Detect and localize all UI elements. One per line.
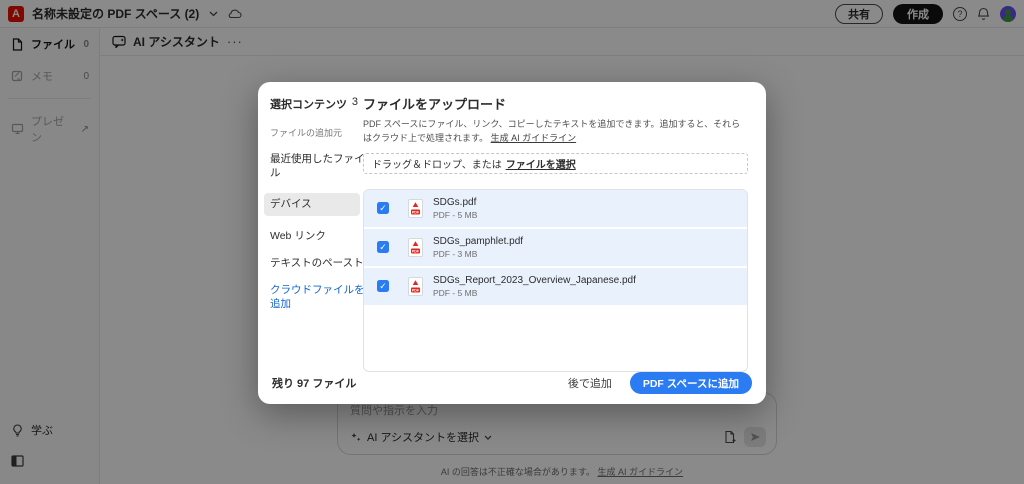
file-name: SDGs.pdf [433, 197, 477, 209]
remaining-files-label: 残り 97 ファイル [272, 378, 357, 390]
modal-title: ファイルをアップロード [363, 97, 507, 112]
file-row[interactable]: ✓ PDF SDGs.pdf PDF - 5 MB [364, 189, 747, 227]
file-name: SDGs_Report_2023_Overview_Japanese.pdf [433, 275, 636, 287]
file-meta: PDF - 5 MB [433, 210, 478, 221]
file-meta: PDF - 3 MB [433, 249, 478, 260]
pdf-file-icon: PDF [408, 276, 423, 296]
add-to-pdf-space-button[interactable]: PDF スペースに追加 [629, 372, 752, 394]
file-checkbox[interactable]: ✓ [377, 280, 389, 293]
svg-text:PDF: PDF [412, 210, 420, 214]
upload-files-modal: 選択コンテンツ 3 ファイルの追加元 最近使用したファイル デバイス Web リ… [258, 82, 766, 404]
file-meta: PDF - 5 MB [433, 288, 478, 299]
nav-paste-text[interactable]: テキストのペースト [270, 256, 366, 270]
svg-text:PDF: PDF [412, 288, 420, 292]
modal-description: PDF スペースにファイル、リンク、コピーしたテキストを追加できます。追加すると… [363, 118, 748, 146]
nav-add-cloud-files[interactable]: クラウドファイルを追加 [270, 283, 366, 311]
genai-guidelines-link[interactable]: 生成 AI ガイドライン [491, 133, 577, 143]
nav-device[interactable]: デバイス [264, 193, 360, 216]
pdf-file-icon: PDF [408, 237, 423, 257]
dropzone-text: ドラッグ＆ドロップ、または [372, 159, 502, 171]
file-checkbox[interactable]: ✓ [377, 202, 389, 215]
modal-footer: 残り 97 ファイル 後で追加 PDF スペースに追加 [258, 362, 766, 404]
file-name: SDGs_pamphlet.pdf [433, 236, 524, 248]
select-files-link[interactable]: ファイルを選択 [506, 156, 576, 171]
file-row[interactable]: ✓ PDF SDGs_Report_2023_Overview_Japanese… [364, 267, 747, 305]
selected-content-label: 選択コンテンツ [270, 99, 347, 111]
file-row[interactable]: ✓ PDF SDGs_pamphlet.pdf PDF - 3 MB [364, 228, 747, 266]
svg-text:PDF: PDF [412, 249, 420, 253]
dropzone[interactable]: ドラッグ＆ドロップ、または ファイルを選択 [363, 152, 748, 174]
nav-web-link[interactable]: Web リンク [270, 229, 366, 243]
selected-content-count: 3 [351, 96, 358, 108]
file-list: ✓ PDF SDGs.pdf PDF - 5 MB ✓ PDF SDGs_pam… [363, 188, 748, 372]
pdf-file-icon: PDF [408, 198, 423, 218]
add-source-label: ファイルの追加元 [270, 128, 343, 138]
add-later-button[interactable]: 後で追加 [568, 375, 612, 391]
file-checkbox[interactable]: ✓ [377, 241, 389, 254]
nav-recent-files[interactable]: 最近使用したファイル [270, 152, 366, 180]
